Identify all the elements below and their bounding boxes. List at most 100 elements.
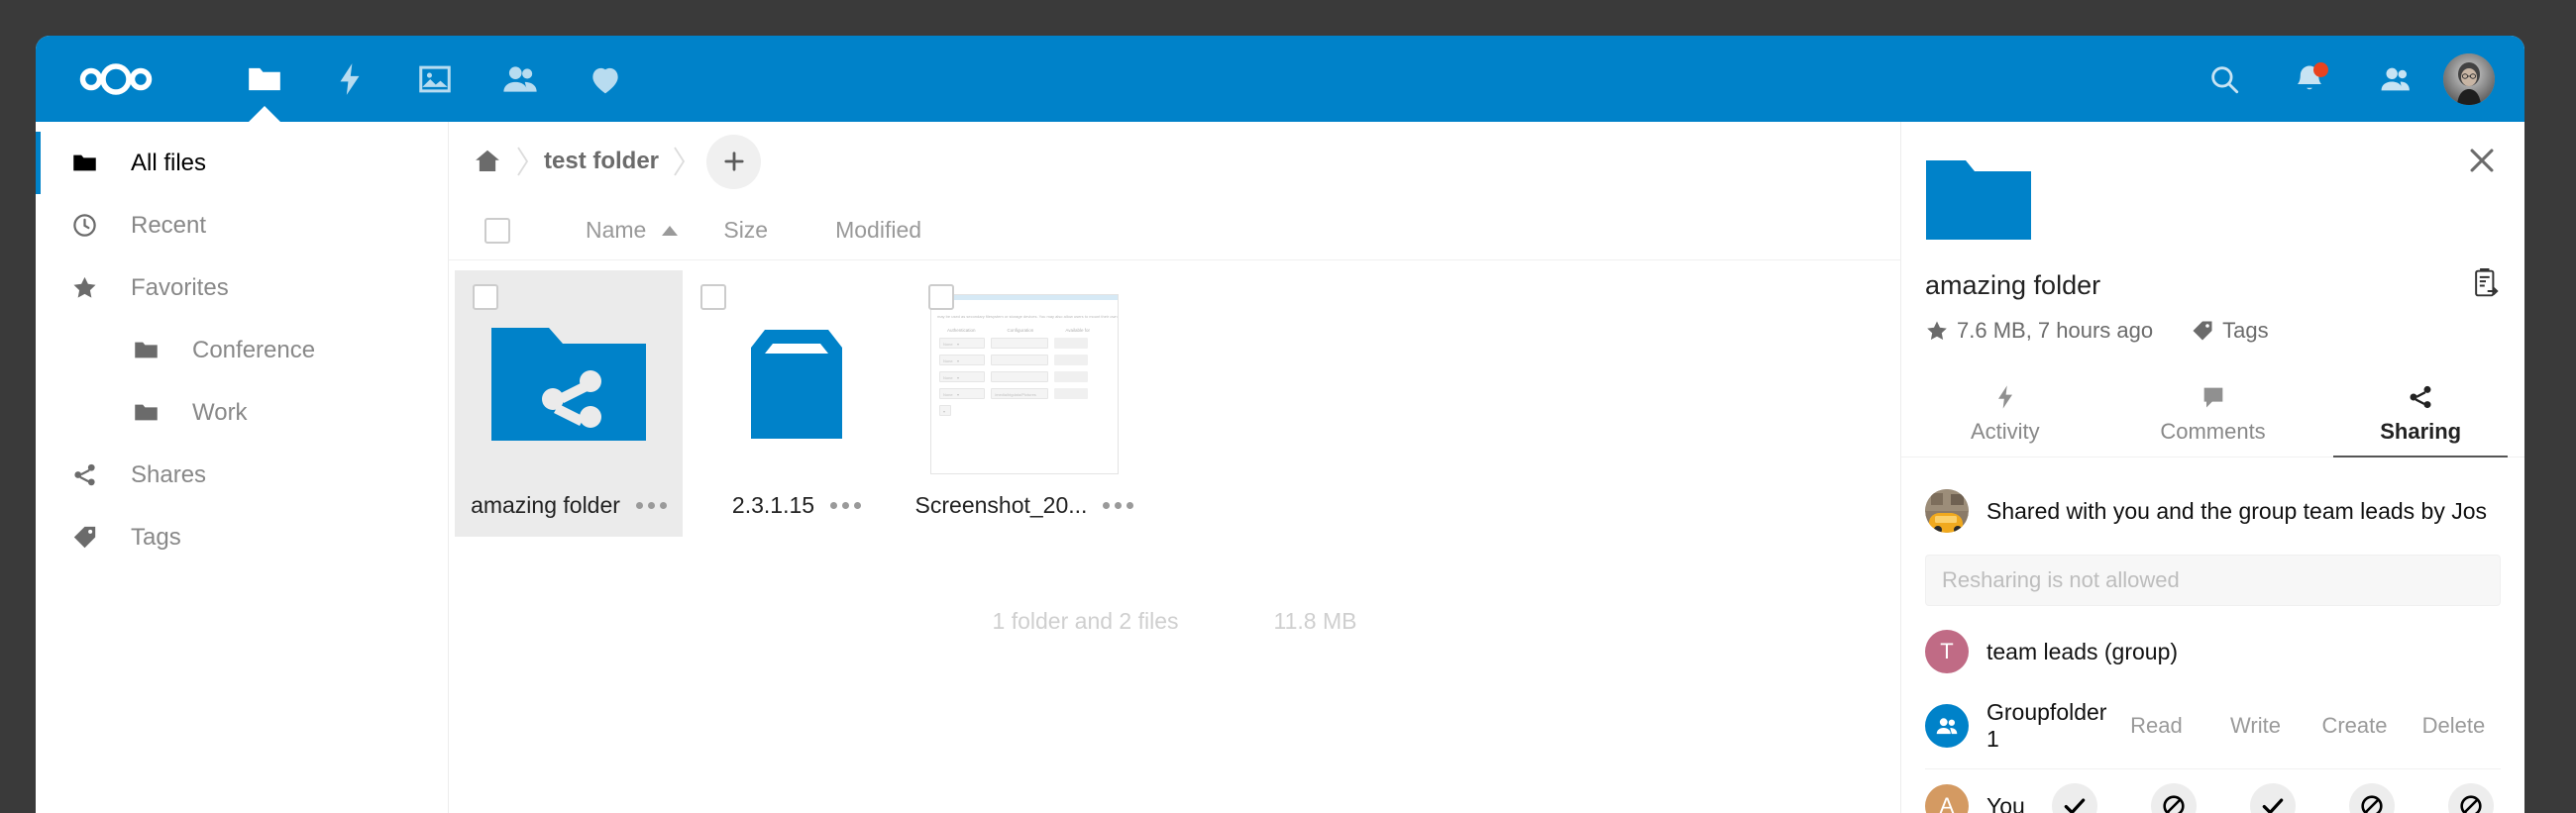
group-icon [1925,704,1969,748]
nav-app-activity[interactable] [307,36,392,122]
permission-check-create[interactable] [2249,783,2296,813]
permission-blocked-delete[interactable] [2348,783,2395,813]
permissions-row-you: A You [1925,769,2501,813]
shared-by-row: Shared with you and the group team leads… [1925,489,2524,533]
star-icon [67,274,101,301]
heart-icon [592,67,618,93]
permission-values [2025,783,2521,813]
nav-app-contacts[interactable] [478,36,563,122]
nav-app-favorites[interactable] [563,36,648,122]
permission-blocked-share[interactable] [2447,783,2494,813]
permission-column-create: Create [2321,713,2388,738]
home-icon [476,150,499,171]
file-name: amazing folder [471,492,620,518]
tab-label: Activity [1970,419,2040,444]
folder-icon [129,337,162,363]
column-header-modified[interactable]: Modified [835,217,921,244]
share-icon [2410,385,2431,409]
file-label: Screenshot_20... [911,492,1138,519]
column-header-name[interactable]: Name [586,217,680,244]
share-row-team-leads[interactable]: T team leads (group) [1925,630,2524,673]
file-name: 2.3.1.15 [731,492,815,518]
file-list-header: Name Size Modified [449,201,1900,260]
nextcloud-logo[interactable] [71,59,161,99]
screenshot-preview: may be used as secondary filesystem or s… [930,294,1119,474]
notification-badge [2313,62,2328,77]
tag-icon [67,524,101,551]
breadcrumb-home[interactable] [473,147,502,176]
user-avatar[interactable] [2443,52,2495,105]
sidebar-item-favorites[interactable]: Favorites [36,256,448,319]
file-checkbox[interactable] [473,284,498,310]
avatar-image [2443,52,2495,105]
permissions-header-row: Groupfolder 1 Read Write Create Delete S… [1925,699,2524,769]
details-tags-label[interactable]: Tags [2222,318,2268,344]
clock-icon [67,212,101,239]
sidebar-item-conference[interactable]: Conference [36,319,448,381]
details-filename: amazing folder [1925,270,2101,300]
sidebar-item-recent[interactable]: Recent [36,194,448,256]
file-checkbox[interactable] [928,284,954,310]
package-icon [751,330,842,439]
contacts-icon [503,65,537,92]
clipboard-arrow-icon[interactable] [2471,267,2501,304]
star-icon[interactable] [1925,319,1949,343]
file-checkbox[interactable] [700,284,726,310]
folder-icon [129,399,162,426]
contacts-icon [2381,67,2410,90]
tag-icon[interactable] [2191,319,2214,343]
file-actions-button[interactable] [635,502,667,509]
permission-column-delete: Delete [2421,713,2486,738]
permission-cell-create [2223,783,2322,813]
sidebar-item-label: All files [131,149,207,176]
permission-cell-write [2124,783,2223,813]
file-actions-button[interactable] [1103,502,1134,509]
file-label: amazing folder [455,492,683,519]
details-size-modified: 7.6 MB, 7 hours ago [1957,318,2154,343]
file-tile-package[interactable]: 2.3.1.15 [683,270,911,537]
avatar-letter: T [1925,630,1969,673]
search-icon [2211,65,2239,93]
file-thumbnail [455,294,683,474]
new-file-button[interactable] [706,134,762,189]
search-button[interactable] [2182,36,2267,122]
sidebar-item-all-files[interactable]: All files [36,132,448,194]
tab-sharing[interactable]: Sharing [2316,373,2524,457]
breadcrumb-test-folder[interactable]: test folder [544,148,659,175]
files-main-area: test folder Name Size Modified amazing f… [449,122,1900,813]
check-icon [2262,798,2284,813]
file-actions-button[interactable] [830,502,862,509]
notifications-button[interactable] [2267,36,2352,122]
column-header-size[interactable]: Size [723,217,768,244]
select-all-checkbox[interactable] [484,217,510,244]
nav-app-photos[interactable] [392,36,478,122]
tab-comments[interactable]: Comments [2109,373,2317,457]
groupfolder-label: Groupfolder 1 [1986,699,2107,752]
total-size: 11.8 MB [1273,608,1357,634]
lightning-icon [340,62,360,95]
nav-app-files[interactable] [222,36,307,122]
details-tabs: Activity Comments Sharing [1901,373,2524,457]
app-navigation-sidebar: All files Recent Favorites Conference Wo… [36,122,449,813]
sidebar-item-label: Tags [131,523,181,551]
blocked-icon [2361,795,2383,813]
file-tile-amazing-folder[interactable]: amazing folder [455,270,683,537]
blocked-icon [2163,795,2185,813]
permission-check-read[interactable] [2051,783,2097,813]
breadcrumb-separator [502,145,544,178]
sidebar-item-label: Recent [131,211,207,239]
breadcrumb: test folder [449,122,1900,201]
permission-cell-read [2025,783,2124,813]
permission-blocked-write[interactable] [2150,783,2197,813]
sidebar-item-tags[interactable]: Tags [36,506,448,568]
file-tile-screenshot[interactable]: may be used as secondary filesystem or s… [911,270,1138,537]
sidebar-item-shares[interactable]: Shares [36,444,448,506]
contacts-menu-button[interactable] [2352,36,2437,122]
permission-row-label: You [1986,792,2025,813]
permission-column-write: Write [2230,713,2281,738]
tab-label: Comments [2160,419,2266,444]
sidebar-item-work[interactable]: Work [36,381,448,444]
folder-icon [249,67,280,90]
close-sidebar-button[interactable] [2465,144,2499,177]
tab-activity[interactable]: Activity [1901,373,2109,457]
